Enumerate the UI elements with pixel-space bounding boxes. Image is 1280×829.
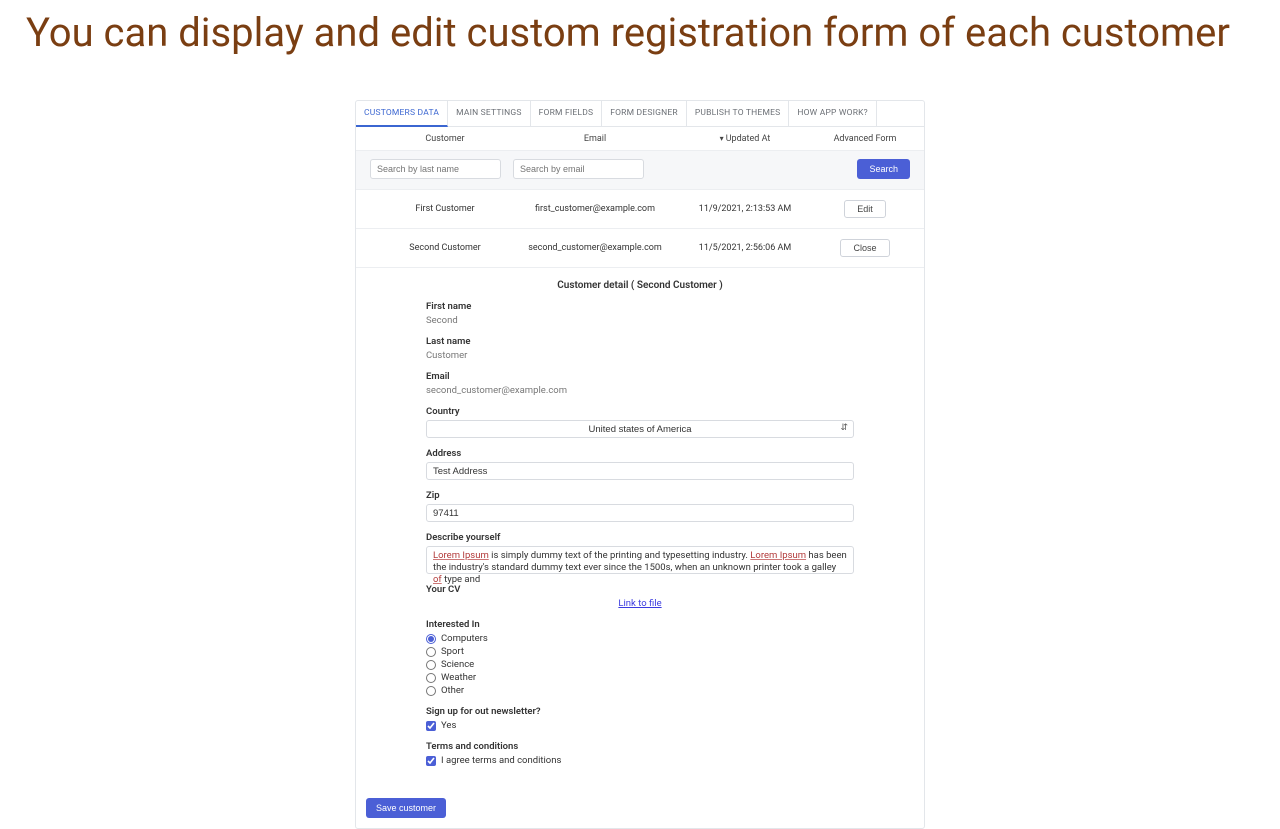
interested-radio-weather[interactable] [426, 673, 436, 683]
cv-label: Your CV [426, 584, 854, 595]
search-email-input[interactable] [513, 159, 644, 179]
tab-publish-to-themes[interactable]: PUBLISH TO THEMES [687, 101, 790, 126]
customer-detail-panel: Customer detail ( Second Customer ) Firs… [356, 268, 924, 790]
filter-row: Search [356, 150, 924, 190]
close-button[interactable]: Close [840, 239, 889, 257]
tab-customers-data[interactable]: CUSTOMERS DATA [356, 101, 448, 127]
zip-input[interactable] [426, 504, 854, 522]
terms-option-label: I agree terms and conditions [441, 755, 561, 766]
search-button[interactable]: Search [857, 159, 910, 179]
country-label: Country [426, 406, 854, 417]
cell-customer-email: first_customer@example.com [520, 204, 670, 214]
last-name-value: Customer [426, 350, 467, 361]
newsletter-option-label: Yes [441, 720, 456, 731]
newsletter-checkbox[interactable] [426, 721, 436, 731]
last-name-label: Last name [426, 336, 854, 347]
col-header-updated[interactable]: Updated At [670, 134, 820, 144]
save-customer-button[interactable]: Save customer [366, 798, 446, 818]
table-row: First Customer first_customer@example.co… [356, 190, 924, 229]
email-value: second_customer@example.com [426, 385, 567, 396]
interested-option-label: Computers [441, 633, 488, 644]
col-header-updated-label: Updated At [726, 134, 771, 144]
interested-radio-other[interactable] [426, 686, 436, 696]
cell-updated-at: 11/9/2021, 2:13:53 AM [670, 204, 820, 214]
table-row: Second Customer second_customer@example.… [356, 229, 924, 268]
cv-file-link[interactable]: Link to file [426, 598, 854, 609]
interested-option-label: Science [441, 659, 474, 670]
email-label: Email [426, 371, 854, 382]
col-header-email[interactable]: Email [520, 134, 670, 144]
first-name-value: Second [426, 315, 458, 326]
tab-how-app-work[interactable]: HOW APP WORK? [789, 101, 877, 126]
describe-textarea[interactable]: Lorem Ipsum is simply dummy text of the … [426, 546, 854, 574]
search-last-name-input[interactable] [370, 159, 501, 179]
tab-form-fields[interactable]: FORM FIELDS [531, 101, 603, 126]
tab-main-settings[interactable]: MAIN SETTINGS [448, 101, 531, 126]
cell-customer-email: second_customer@example.com [520, 243, 670, 253]
zip-label: Zip [426, 490, 854, 501]
terms-checkbox[interactable] [426, 756, 436, 766]
page-headline: You can display and edit custom registra… [0, 0, 1280, 56]
address-input[interactable] [426, 462, 854, 480]
interested-option-label: Other [441, 685, 464, 696]
first-name-label: First name [426, 301, 854, 312]
interested-radio-computers[interactable] [426, 634, 436, 644]
edit-button[interactable]: Edit [844, 200, 886, 218]
interested-radio-science[interactable] [426, 660, 436, 670]
cell-customer-name: Second Customer [370, 243, 520, 253]
tab-form-designer[interactable]: FORM DESIGNER [602, 101, 687, 126]
country-select[interactable]: United states of America [426, 420, 854, 438]
interested-label: Interested In [426, 619, 854, 630]
interested-option-label: Sport [441, 646, 464, 657]
newsletter-label: Sign up for out newsletter? [426, 706, 854, 717]
cell-updated-at: 11/5/2021, 2:56:06 AM [670, 243, 820, 253]
col-header-customer[interactable]: Customer [370, 134, 520, 144]
detail-title: Customer detail ( Second Customer ) [426, 280, 854, 291]
tabs-bar: CUSTOMERS DATA MAIN SETTINGS FORM FIELDS… [356, 101, 924, 127]
interested-option-label: Weather [441, 672, 476, 683]
terms-label: Terms and conditions [426, 741, 854, 752]
interested-radio-sport[interactable] [426, 647, 436, 657]
cell-customer-name: First Customer [370, 204, 520, 214]
describe-label: Describe yourself [426, 532, 854, 543]
list-header: Customer Email Updated At Advanced Form [356, 127, 924, 150]
col-header-advanced: Advanced Form [820, 134, 910, 144]
address-label: Address [426, 448, 854, 459]
